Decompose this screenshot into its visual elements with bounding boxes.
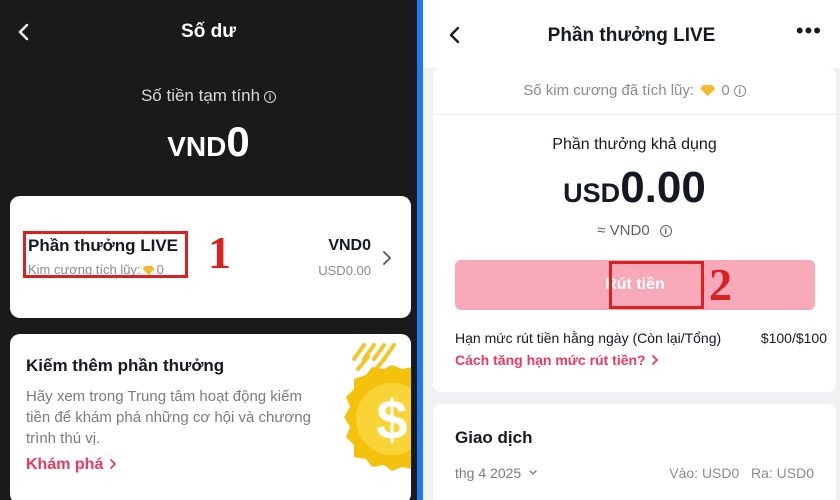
annotation-number-2: 2 <box>709 259 732 310</box>
withdraw-limit-row: Hạn mức rút tiền hằng ngày (Còn lại/Tổng… <box>455 330 827 346</box>
balance-amount: 0 <box>226 118 250 165</box>
balance-header: Số dư <box>0 0 417 66</box>
accumulated-diamonds-row: Số kim cương đã tích lũy: 0i <box>433 82 836 99</box>
transactions-card: Giao dịch thg 4 2025 Vào: USD0 Ra: USD0 <box>433 404 836 500</box>
page-title: Số dư <box>181 21 236 42</box>
increase-limit-link[interactable]: Cách tăng hạn mức rút tiền? <box>455 352 660 368</box>
annotation-box-1 <box>23 231 188 278</box>
accumulated-value: 0 <box>721 82 730 99</box>
live-rewards-header: Phần thưởng LIVE ••• <box>423 0 840 68</box>
svg-text:$: $ <box>376 388 407 451</box>
incoming-total: Vào: USD0 <box>669 465 740 481</box>
annotation-number-1: 1 <box>208 227 231 278</box>
usd-amount: 0.00 <box>620 163 706 212</box>
earn-more-card: Kiếm thêm phần thưởng Hãy xem trong Trun… <box>10 334 411 500</box>
chevron-right-icon <box>383 251 391 265</box>
approx-vnd-row: ≈ VND0 i <box>433 222 836 239</box>
available-usd-value: USD0.00 <box>433 163 836 213</box>
dollar-coin-icon: $ <box>332 339 411 500</box>
accumulated-label: Số kim cương đã tích lũy: <box>523 82 695 99</box>
explore-label: Khám phá <box>26 456 104 473</box>
transaction-totals: Vào: USD0 Ra: USD0 <box>669 465 814 481</box>
balance-screen: Số dư Số tiền tạm tính i VND0 Phần thưởng… <box>0 0 417 500</box>
live-rewards-vnd: VND0 <box>328 237 371 254</box>
usd-currency: USD <box>563 178 621 208</box>
more-options-icon[interactable]: ••• <box>796 20 822 42</box>
month-selector[interactable]: thg 4 2025 <box>455 465 538 481</box>
divider <box>433 114 836 115</box>
available-rewards-label: Phần thưởng khả dụng <box>552 136 717 153</box>
month-label: thg 4 2025 <box>455 465 522 481</box>
chevron-down-icon <box>529 470 537 475</box>
withdraw-limit-label: Hạn mức rút tiền hằng ngày (Còn lại/Tổng… <box>455 330 722 346</box>
live-rewards-usd: USD0.00 <box>318 263 371 278</box>
live-rewards-screen: Phần thưởng LIVE ••• Số kim cương đã tíc… <box>423 0 840 500</box>
info-icon[interactable]: i <box>659 225 672 237</box>
outgoing-total: Ra: USD0 <box>750 465 814 481</box>
annotation-box-2 <box>609 261 704 309</box>
increase-limit-label: Cách tăng hạn mức rút tiền? <box>455 352 646 368</box>
withdraw-limit-value: $100/$100 <box>760 330 827 346</box>
page-title: Phần thưởng LIVE <box>547 25 716 46</box>
balance-currency: VND <box>167 131 227 162</box>
chevron-right-small-icon <box>651 355 658 365</box>
chevron-right-small-icon <box>109 459 117 469</box>
diamond-icon <box>700 85 716 96</box>
info-icon[interactable]: i <box>264 91 277 103</box>
transactions-title: Giao dịch <box>455 428 533 447</box>
estimated-amount-text: Số tiền tạm tính <box>140 86 261 105</box>
info-icon[interactable]: i <box>733 85 746 97</box>
balance-value: VND0 <box>0 118 417 166</box>
earn-more-title: Kiếm thêm phần thưởng <box>26 356 225 375</box>
approx-vnd: ≈ VND0 <box>597 222 650 239</box>
estimated-amount-label: Số tiền tạm tính i <box>0 86 417 106</box>
available-rewards-card: Số kim cương đã tích lũy: 0i Phần thưởng… <box>433 68 836 392</box>
earn-more-description: Hãy xem trong Trung tâm hoạt động kiếm t… <box>26 388 311 447</box>
explore-link[interactable]: Khám phá <box>26 456 118 474</box>
